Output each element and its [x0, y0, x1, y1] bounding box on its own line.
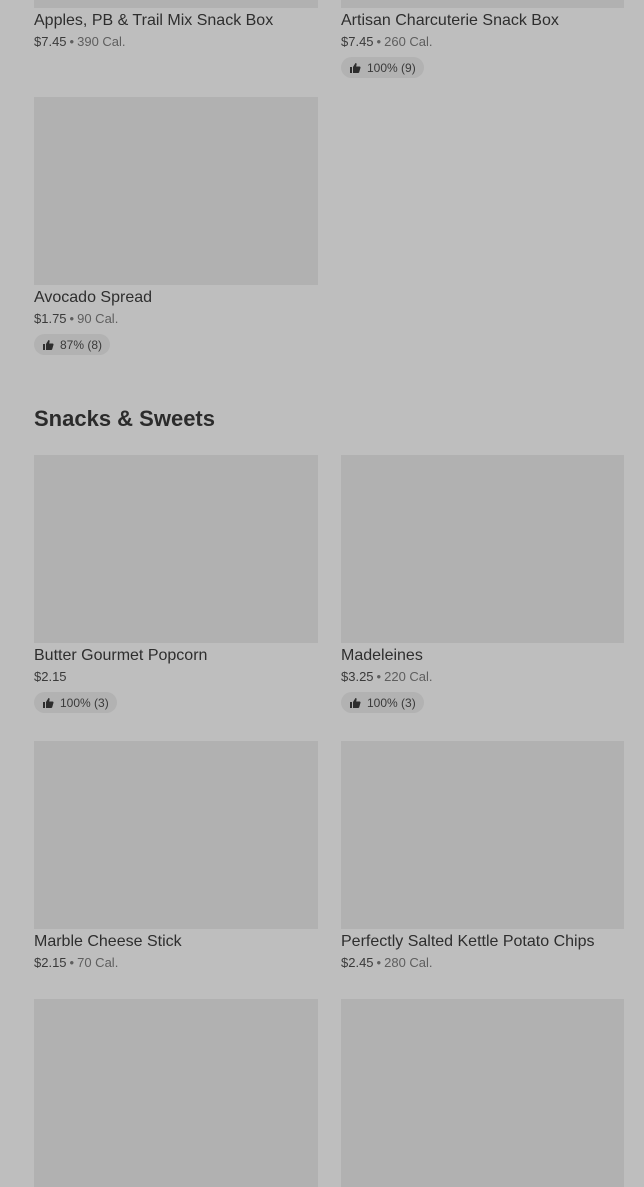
item-name: Marble Cheese Stick — [34, 933, 182, 950]
menu-item-card[interactable] — [34, 999, 318, 1187]
item-name: Perfectly Salted Kettle Potato Chips — [341, 933, 595, 950]
menu-item-card[interactable]: Marble Cheese Stick $2.15 • 70 Cal. — [34, 741, 318, 971]
item-name: Avocado Spread — [34, 289, 153, 306]
rating-badge: 87% (8) — [34, 334, 111, 355]
item-meta: $2.15 • 70 Cal. — [34, 955, 318, 971]
item-price: $2.15 — [34, 669, 67, 684]
menu-item-card[interactable]: Butter Gourmet Popcorn $2.15 100% (3) — [34, 455, 318, 714]
item-calories: 280 Cal. — [384, 955, 433, 970]
rating-text: 100% (9) — [367, 60, 416, 75]
item-calories: 220 Cal. — [384, 669, 433, 684]
menu-item-card[interactable]: Avocado Spread $1.75 • 90 Cal. 87% (8) — [34, 97, 318, 356]
item-calories: 90 Cal. — [77, 311, 119, 326]
separator-dot: • — [69, 955, 75, 970]
separator-dot: • — [376, 955, 382, 970]
item-meta: $7.45 • 260 Cal. — [341, 34, 624, 50]
item-image — [341, 999, 624, 1187]
rating-text: 87% (8) — [60, 337, 103, 352]
item-image — [34, 0, 318, 8]
rating-badge: 100% (3) — [341, 692, 424, 713]
separator-dot: • — [376, 34, 382, 49]
thumbs-up-icon — [350, 697, 361, 708]
thumbs-up-icon — [350, 62, 361, 73]
item-meta: $2.15 — [34, 669, 318, 685]
thumbs-up-icon — [43, 339, 54, 350]
item-image — [34, 999, 318, 1187]
item-name: Madeleines — [341, 647, 423, 664]
item-calories: 70 Cal. — [77, 955, 119, 970]
item-price: $2.45 — [341, 955, 374, 970]
item-meta: $1.75 • 90 Cal. — [34, 311, 318, 327]
item-meta: $2.45 • 280 Cal. — [341, 955, 624, 971]
rating-text: 100% (3) — [60, 695, 109, 710]
item-price: $2.15 — [34, 955, 67, 970]
item-name: Apples, PB & Trail Mix Snack Box — [34, 12, 274, 29]
item-name: Artisan Charcuterie Snack Box — [341, 12, 559, 29]
item-image — [341, 455, 624, 643]
item-price: $3.25 — [341, 669, 374, 684]
section-title: Snacks & Sweets — [34, 406, 215, 431]
rating-badge: 100% (3) — [34, 692, 117, 713]
item-price: $7.45 — [341, 34, 374, 49]
item-meta: $7.45 • 390 Cal. — [34, 34, 318, 50]
rating-badge: 100% (9) — [341, 57, 424, 78]
separator-dot: • — [376, 669, 382, 684]
menu-item-card[interactable]: Perfectly Salted Kettle Potato Chips $2.… — [341, 741, 624, 971]
menu-item-card[interactable] — [341, 999, 624, 1187]
item-image — [34, 741, 318, 929]
menu-item-card[interactable]: Artisan Charcuterie Snack Box $7.45 • 260 … — [341, 0, 624, 79]
item-name: Butter Gourmet Popcorn — [34, 647, 208, 664]
item-meta: $3.25 • 220 Cal. — [341, 669, 624, 685]
separator-dot: • — [69, 311, 75, 326]
item-image — [341, 0, 624, 8]
menu-item-card[interactable]: Madeleines $3.25 • 220 Cal. 100% (3) — [341, 455, 624, 714]
item-calories: 260 Cal. — [384, 34, 433, 49]
item-calories: 390 Cal. — [77, 34, 126, 49]
item-price: $7.45 — [34, 34, 67, 49]
item-image — [34, 455, 318, 643]
item-price: $1.75 — [34, 311, 67, 326]
thumbs-up-icon — [43, 697, 54, 708]
item-image — [341, 741, 624, 929]
separator-dot: • — [69, 34, 75, 49]
item-image — [34, 97, 318, 285]
menu-item-card[interactable]: Apples, PB & Trail Mix Snack Box $7.45 • 3… — [34, 0, 318, 50]
rating-text: 100% (3) — [367, 695, 416, 710]
